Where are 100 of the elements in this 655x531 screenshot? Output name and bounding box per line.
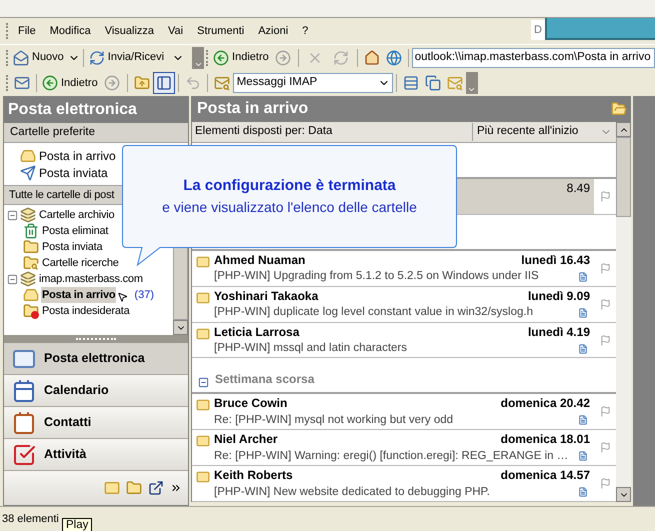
flag-icon[interactable] [600,334,610,346]
send-icon [20,164,36,180]
pane-header: Posta in arrivo [197,99,308,119]
globe-search-icon[interactable] [386,50,402,66]
list-view-icon[interactable] [402,75,419,91]
sender-name: Yoshinari Takaoka [214,288,318,305]
menu-item[interactable]: ? [295,22,316,40]
folder-item[interactable]: Cartelle archivio [38,206,116,224]
flag-icon[interactable] [600,262,610,274]
send-receive-icon [88,50,105,66]
folder-up-icon[interactable] [134,75,150,91]
trash-icon [23,223,39,239]
menu-item[interactable]: Vai [161,22,190,40]
group-header: Settimana scorsa [215,371,314,388]
navigation-button[interactable]: Attività [4,439,188,471]
play-tooltip: Play [62,518,92,531]
toolbar-overflow-handle[interactable] [192,46,204,68]
folder-search-icon [23,255,39,271]
folder-item[interactable]: Cartelle ricerche [41,254,120,272]
menu-item[interactable]: File [11,22,43,40]
back-button[interactable]: Indietro [211,49,271,66]
address-field[interactable]: outlook:\\imap.masterbass.com\Posta in arrivo [412,48,655,68]
received-time: lunedì 9.09 [528,288,591,305]
received-time: lunedì 4.19 [528,324,591,340]
navigation-button[interactable]: Contatti [4,407,188,439]
document-icon [578,487,588,498]
sender-name: Ahmed Nuaman [214,252,306,269]
arranged-by-header[interactable]: Elementi disposti per: Data [192,123,472,141]
mouse-cursor-icon [117,290,128,304]
document-icon [578,308,588,318]
message-subject: Re: [PHP-WIN] mysql not working but very odd [214,412,454,428]
text-fragment: D [531,20,545,40]
new-button[interactable]: Nuovo [11,49,66,66]
flag-icon[interactable] [600,442,610,454]
sender-name: Keith Roberts [214,467,293,484]
scroll-thumb[interactable] [173,245,188,320]
pane-header: Posta elettronica [4,97,188,123]
calendar-icon [12,378,36,402]
flag-icon[interactable] [600,298,610,310]
checklist-icon [12,442,36,466]
message-subject: [PHP-WIN] duplicate log level constant value in win32/syslog.h [214,304,533,320]
folder-item[interactable]: imap.masterbass.com [38,270,144,288]
toolbar-overflow-handle[interactable] [466,72,478,94]
shortcut-icon[interactable] [148,480,164,496]
folder-icon[interactable] [126,480,142,496]
received-time: domenica 18.01 [500,431,591,448]
menu-item[interactable]: Azioni [251,22,296,40]
collapse-icon[interactable] [7,210,18,220]
received-time: 8.49 [566,180,591,197]
folder-blocked-icon [23,303,39,319]
windows-icon[interactable] [424,75,441,91]
menu-item[interactable]: Strumenti [190,22,252,40]
collapse-icon[interactable] [198,377,209,388]
received-time: domenica 20.42 [500,395,591,412]
folder-stack-icon [20,271,36,287]
folder-item[interactable]: Posta eliminat [41,222,110,240]
scrollbar[interactable] [616,122,631,502]
sender-name: Niel Archer [214,431,278,448]
flag-icon[interactable] [600,406,610,418]
folder-icon [23,239,39,255]
sender-name: Leticia Larrosa [214,324,300,340]
inbox-icon [23,287,39,303]
inbox-icon [20,148,36,164]
undo-icon[interactable] [184,75,201,91]
flag-icon[interactable] [600,190,610,202]
received-time: domenica 14.57 [500,467,591,484]
home-icon[interactable] [364,50,380,66]
menu-item[interactable]: Visualizza [98,22,162,40]
sender-name: Bruce Cowin [214,395,288,412]
favorite-folder[interactable]: Posta inviata [39,164,108,182]
unread-count: (37) [134,288,154,303]
more-options-icon[interactable] [170,482,182,494]
received-time: lunedì 16.43 [521,252,591,269]
folder-item[interactable]: Posta in arrivo [41,286,116,304]
document-icon [578,272,588,282]
folder-dropdown[interactable]: Messaggi IMAP [232,73,393,93]
send-receive-button[interactable]: Invia/Ricevi [86,49,166,66]
section-header: Cartelle preferite [4,123,188,143]
message-row[interactable]: 8.49 [457,178,594,214]
document-icon [578,344,588,354]
refresh-icon[interactable] [332,50,349,66]
collapse-icon[interactable] [7,274,18,284]
item-count: 38 elementi [1,512,59,527]
menu-item[interactable]: Modifica [42,22,98,40]
folder-item[interactable]: Posta inviata [41,238,104,256]
folder-item[interactable]: Posta indesiderata [41,302,131,320]
message-subject: [PHP-WIN] Upgrading from 5.1.2 to 5.2.5 on Windows under IIS [214,269,539,284]
sort-order-header[interactable]: Più recente all'inizio [472,123,600,141]
flag-icon[interactable] [600,478,610,490]
splitter-handle[interactable] [4,335,188,343]
mail-search-icon[interactable] [214,75,230,91]
navigation-button[interactable]: Calendario [4,375,188,407]
mail-search-icon[interactable] [446,75,463,91]
message-subject: [PHP-WIN] mssql and latin characters [214,340,408,356]
reading-pane-button[interactable] [152,72,175,94]
back-button[interactable]: Indietro [40,74,100,92]
document-icon [578,451,588,462]
favorite-folder[interactable]: Posta in arrivo [39,146,116,164]
navigation-button[interactable]: Posta elettronica [4,343,188,375]
scroll-thumb[interactable] [616,137,631,217]
